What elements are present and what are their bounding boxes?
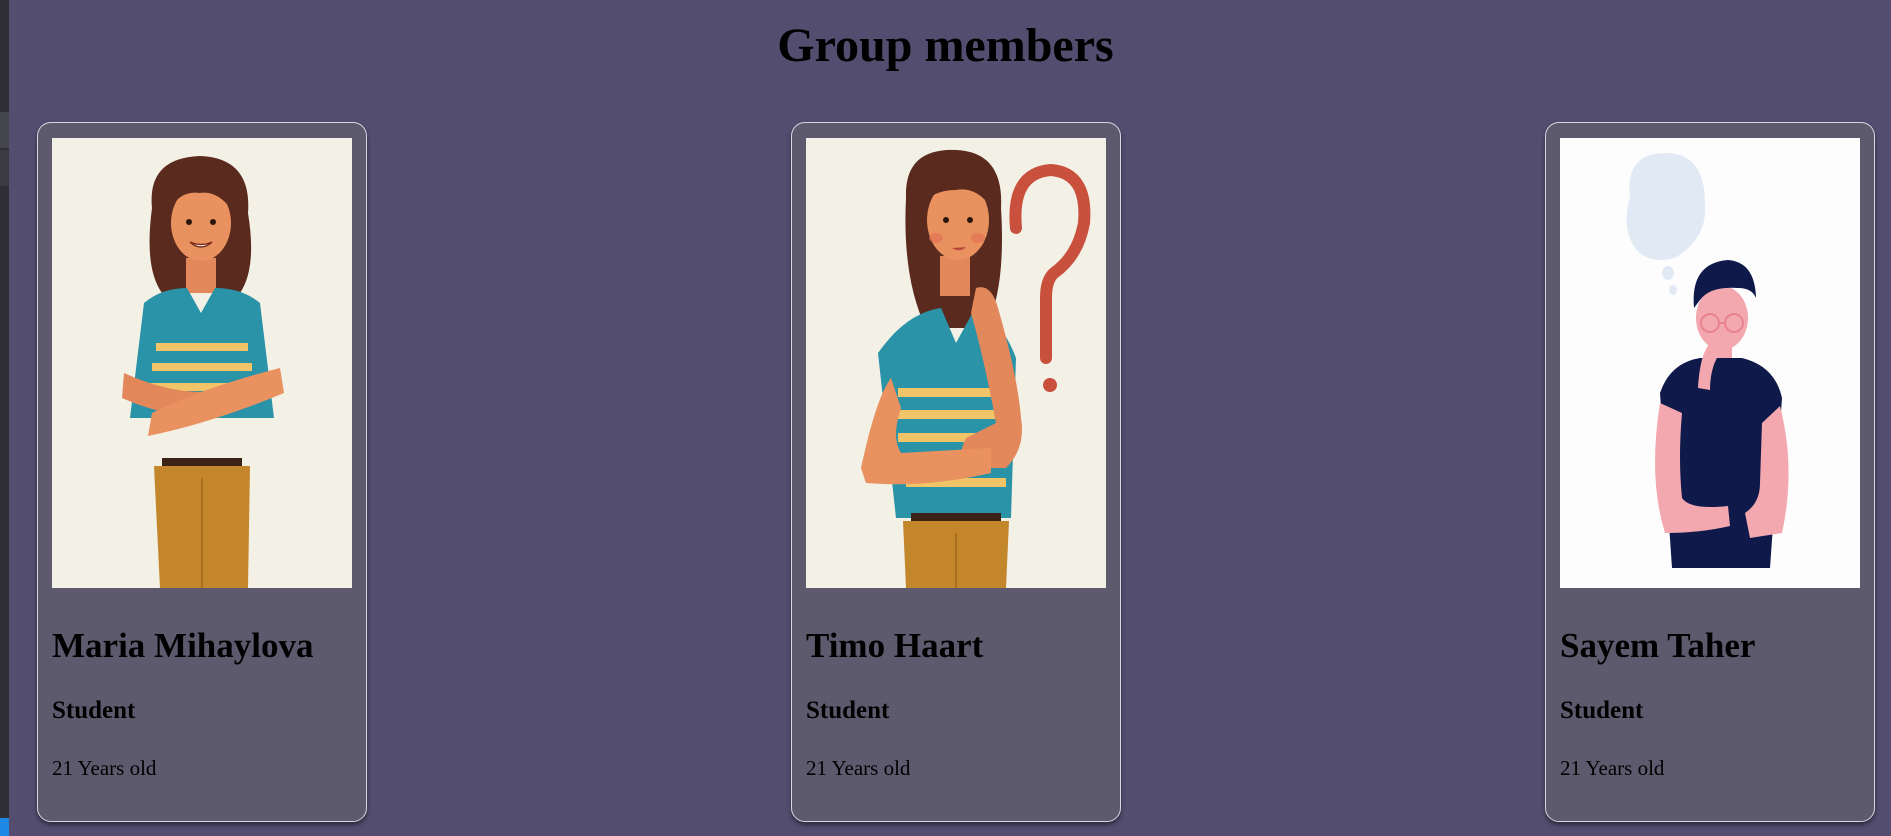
woman-thinking-question-mark-illustration <box>806 138 1106 588</box>
window-edge-strip <box>0 0 9 836</box>
member-photo <box>1560 138 1860 588</box>
edge-mark <box>0 112 9 148</box>
member-card: Timo Haart Student 21 Years old <box>791 122 1121 822</box>
member-age: 21 Years old <box>52 756 157 780</box>
member-card: Sayem Taher Student 21 Years old <box>1545 122 1875 822</box>
edge-mark <box>0 150 9 186</box>
member-card: Maria Mihaylova Student 21 Years old <box>37 122 367 822</box>
woman-arms-crossed-illustration <box>52 138 352 588</box>
member-name: Maria Mihaylova <box>52 626 314 665</box>
member-age: 21 Years old <box>1560 756 1665 780</box>
man-thinking-thought-bubble-illustration <box>1560 138 1860 588</box>
member-role: Student <box>806 697 890 724</box>
member-role: Student <box>52 697 136 724</box>
member-photo <box>806 138 1106 588</box>
edge-mark <box>0 818 9 836</box>
member-age: 21 Years old <box>806 756 911 780</box>
member-name: Sayem Taher <box>1560 626 1756 665</box>
member-name: Timo Haart <box>806 626 984 665</box>
page-title: Group members <box>777 19 1114 72</box>
member-photo <box>52 138 352 588</box>
member-role: Student <box>1560 697 1644 724</box>
